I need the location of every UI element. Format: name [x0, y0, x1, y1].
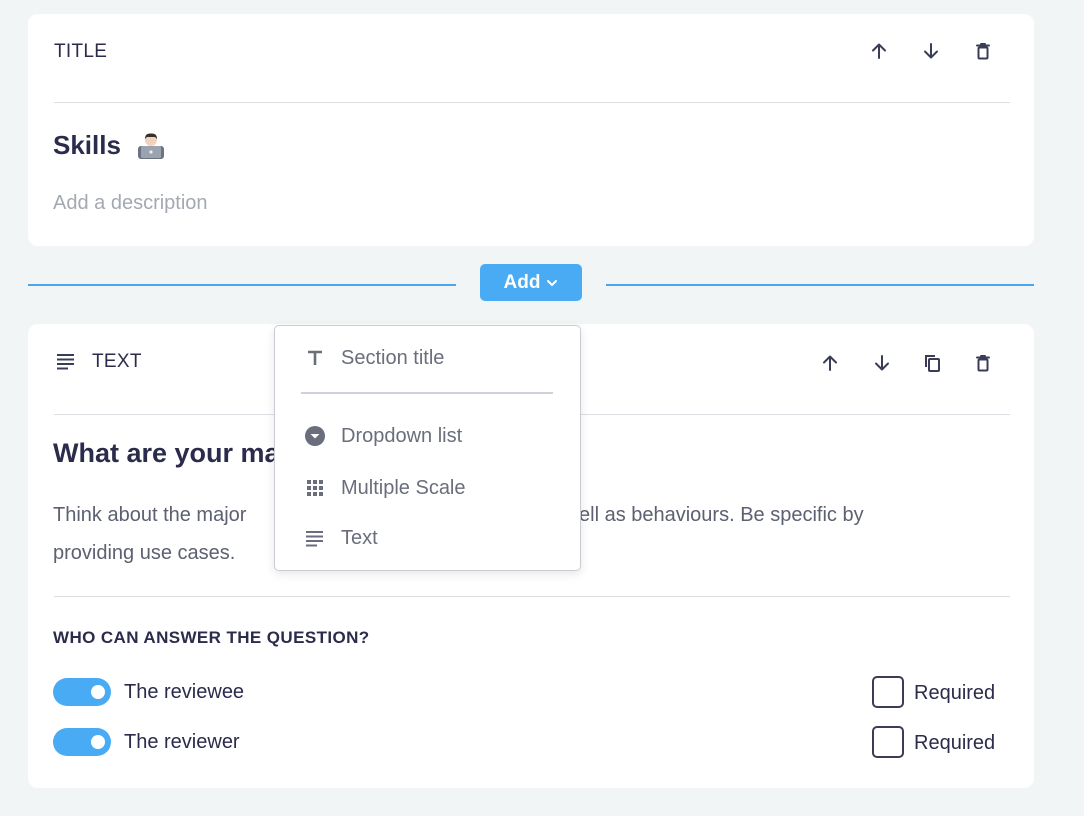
menu-item-dropdown-list[interactable]: Dropdown list [275, 416, 580, 456]
person-laptop-icon [138, 133, 165, 160]
lines-icon [303, 526, 327, 550]
section-name-text: Skills [53, 130, 121, 160]
menu-item-section-title[interactable]: Section title [275, 338, 580, 378]
card-header-label: TITLE [54, 41, 108, 62]
question-body-line1-left: Think about the major [53, 504, 247, 526]
section-name[interactable]: Skills [53, 130, 166, 161]
move-up-button[interactable] [864, 36, 894, 66]
toggle-knob [91, 685, 105, 699]
question-body-line1-right: ell as behaviours. Be specific by [579, 504, 864, 526]
card-header-label: TEXT [92, 351, 142, 372]
respondent-label: The reviewer [124, 731, 240, 753]
duplicate-button[interactable] [917, 348, 947, 378]
title-card: TITLE Skills Add a description [28, 14, 1034, 246]
toggle-reviewee[interactable] [53, 678, 111, 706]
trash-icon [976, 43, 990, 60]
menu-item-label: Dropdown list [341, 424, 463, 447]
divider [54, 102, 1010, 103]
separator-line-left [28, 284, 456, 286]
copy-icon [925, 355, 940, 372]
arrow-down-icon [924, 43, 938, 59]
toggle-reviewer[interactable] [53, 728, 111, 756]
respondent-label: The reviewee [124, 681, 245, 703]
add-button[interactable]: Add [480, 264, 582, 301]
text-title-icon [303, 346, 327, 370]
dropdown-circle-icon [303, 424, 327, 448]
menu-divider [301, 392, 553, 394]
menu-item-label: Multiple Scale [341, 476, 466, 499]
move-down-button[interactable] [916, 36, 946, 66]
delete-button[interactable] [968, 348, 998, 378]
delete-button[interactable] [968, 36, 998, 66]
divider [54, 596, 1010, 597]
separator-line-right [606, 284, 1034, 286]
required-label: Required [914, 682, 996, 704]
toggle-knob [91, 735, 105, 749]
question-title[interactable]: What are your ma [53, 438, 280, 469]
description-input[interactable]: Add a description [53, 192, 208, 215]
lines-icon [57, 354, 74, 370]
required-checkbox[interactable] [872, 676, 904, 708]
menu-item-label: Section title [341, 346, 445, 369]
required-checkbox[interactable] [872, 726, 904, 758]
arrow-up-icon [872, 43, 886, 59]
menu-item-multiple-scale[interactable]: Multiple Scale [275, 468, 580, 508]
menu-item-label: Text [341, 526, 378, 549]
move-down-button[interactable] [867, 348, 897, 378]
who-can-answer-heading: WHO CAN ANSWER THE QUESTION? [53, 628, 370, 647]
trash-icon [976, 355, 990, 372]
arrow-down-icon [875, 355, 889, 371]
required-label: Required [914, 732, 996, 754]
add-button-label: Add [503, 271, 541, 293]
add-dropdown-menu: Section title Dropdown list Multiple Sca… [274, 325, 581, 571]
chevron-down-icon [547, 279, 558, 286]
move-up-button[interactable] [815, 348, 845, 378]
menu-item-text[interactable]: Text [275, 518, 580, 558]
grid-icon [303, 476, 327, 500]
arrow-up-icon [823, 355, 837, 371]
